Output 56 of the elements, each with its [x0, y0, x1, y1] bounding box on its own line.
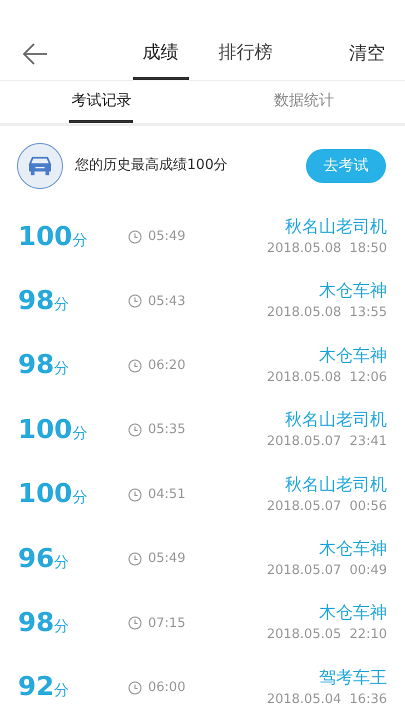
score-unit: 分 — [54, 552, 70, 572]
clear-button[interactable]: 清空 — [349, 40, 385, 67]
record-title: 木仓车神 — [319, 538, 387, 561]
header-tab[interactable]: 成绩 — [132, 28, 188, 80]
clock-icon — [128, 616, 142, 630]
clock-icon — [128, 294, 142, 308]
record-date: 2018.05.05 22:10 — [266, 626, 387, 644]
clock-icon — [128, 230, 142, 244]
clock-icon — [128, 680, 142, 695]
score-value: 100 — [18, 414, 72, 447]
best-score-text: 您的历史最高成绩100分 — [75, 156, 229, 176]
score-value: 100 — [18, 478, 72, 512]
duration-text: 06:00 — [148, 679, 186, 698]
sub-tab[interactable]: 数据统计 — [272, 80, 336, 124]
record-title: 木仓车神 — [319, 602, 387, 626]
record-title: 驾考车王 — [319, 666, 387, 690]
header-tab[interactable]: 排行榜 — [208, 28, 282, 80]
sub-tab[interactable]: 考试记录 — [69, 80, 134, 124]
score-unit: 分 — [72, 230, 88, 251]
duration-text: 05:35 — [148, 421, 186, 440]
duration-text: 06:20 — [148, 357, 186, 376]
record-date: 2018.05.07 23:41 — [266, 433, 387, 452]
clock-icon — [128, 358, 142, 373]
score-unit: 分 — [54, 616, 70, 637]
record-title: 秋名山老司机 — [285, 409, 387, 432]
duration-text: 04:51 — [148, 486, 186, 504]
score-unit: 分 — [54, 294, 70, 315]
clock-icon — [128, 552, 142, 566]
duration-text: 05:49 — [148, 550, 186, 568]
record-date: 2018.05.08 13:55 — [266, 304, 387, 322]
record-date: 2018.05.07 00:56 — [266, 498, 387, 516]
car-icon — [17, 142, 63, 189]
score-value: 98 — [18, 284, 54, 318]
record-date: 2018.05.07 00:49 — [266, 562, 387, 580]
back-icon[interactable] — [22, 42, 48, 66]
record-title: 木仓车神 — [319, 344, 387, 368]
score-unit: 分 — [72, 422, 88, 444]
duration-text: 05:43 — [148, 292, 186, 311]
score-unit: 分 — [54, 358, 70, 380]
duration-text: 07:15 — [148, 614, 186, 633]
score-value: 98 — [18, 349, 54, 382]
record-date: 2018.05.04 16:36 — [266, 690, 387, 709]
score-value: 92 — [18, 671, 54, 704]
score-value: 100 — [18, 220, 72, 254]
record-title: 秋名山老司机 — [285, 216, 387, 240]
record-title: 木仓车神 — [319, 280, 387, 304]
clock-icon — [128, 423, 142, 438]
score-unit: 分 — [72, 487, 88, 508]
score-value: 98 — [18, 606, 54, 640]
record-date: 2018.05.08 18:50 — [266, 240, 387, 258]
clock-icon — [128, 488, 142, 502]
score-value: 96 — [18, 542, 54, 576]
duration-text: 05:49 — [148, 228, 186, 246]
score-unit: 分 — [54, 680, 70, 702]
record-date: 2018.05.08 12:06 — [266, 368, 387, 387]
record-title: 秋名山老司机 — [285, 474, 387, 497]
